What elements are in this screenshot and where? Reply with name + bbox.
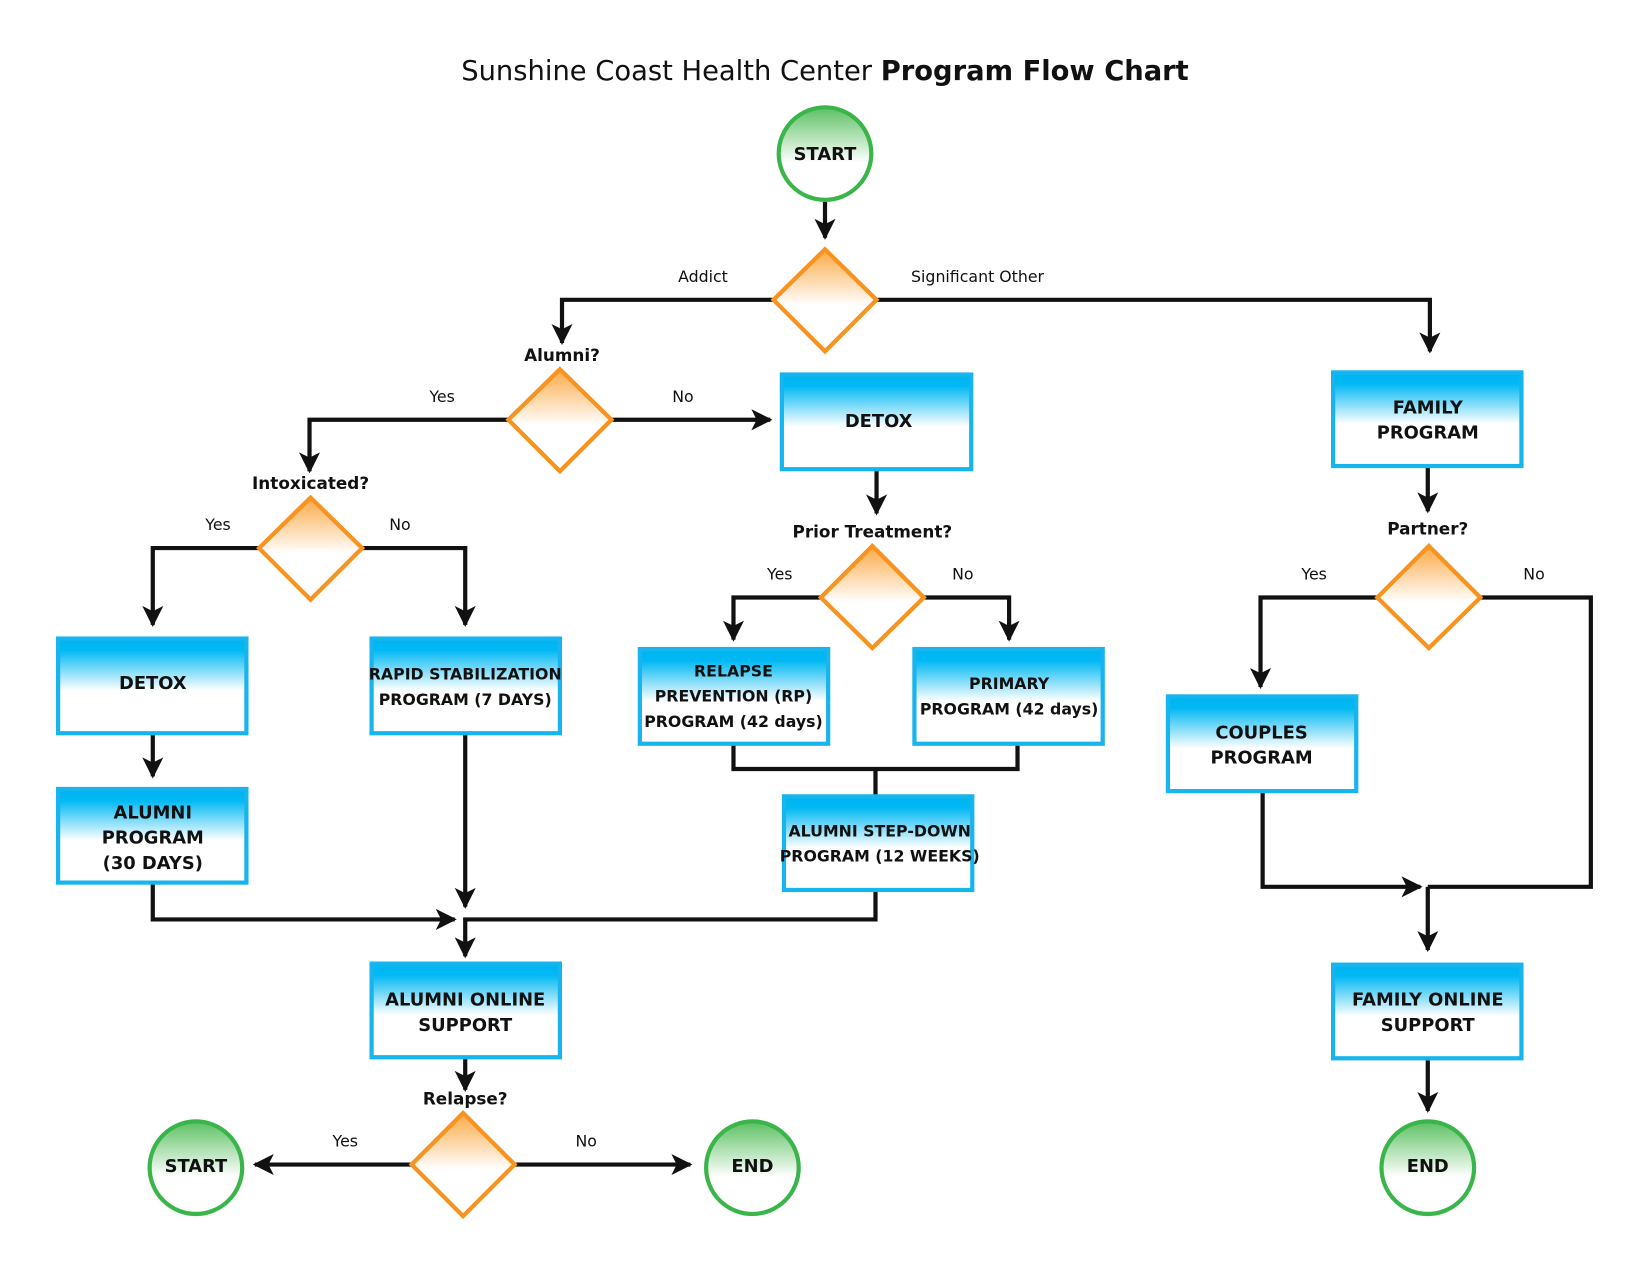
process-label-line: PROGRAM: [102, 828, 204, 849]
process-label-line: PROGRAM (42 days): [920, 699, 1098, 718]
terminal-start-top[interactable]: START: [776, 105, 874, 202]
process-box: [1165, 694, 1359, 794]
decision-question: Intoxicated?: [252, 473, 369, 493]
label-significant-other: Significant Other: [911, 267, 1044, 286]
process-label-line: ALUMNI ONLINE: [385, 990, 545, 1011]
label-prior-yes: Yes: [766, 565, 792, 584]
process-label-line: ALUMNI STEP-DOWN: [788, 821, 971, 840]
process-alumni-step-down[interactable]: ALUMNI STEP-DOWN PROGRAM (12 WEEKS): [780, 794, 980, 893]
process-label-line: SUPPORT: [1381, 1015, 1476, 1036]
label-partner-no: No: [1523, 565, 1544, 584]
process-box: [369, 636, 563, 736]
edge-root-addict: [551, 297, 774, 346]
edge-root-significant-other: [876, 297, 1441, 354]
process-label-line: PROGRAM (7 DAYS): [379, 690, 552, 709]
process-box: [1331, 370, 1524, 469]
process-label-line: PROGRAM (12 WEEKS): [780, 847, 980, 866]
process-rapid-stabilization[interactable]: RAPID STABILIZATION PROGRAM (7 DAYS): [369, 636, 563, 736]
decision-relapse[interactable]: Relapse?: [408, 1089, 518, 1220]
decision-question: Relapse?: [423, 1089, 508, 1109]
process-label-line: RELAPSE: [694, 661, 773, 680]
decision-alumni[interactable]: Alumni?: [505, 345, 615, 475]
label-intoxicated-yes: Yes: [204, 515, 230, 534]
process-label-line: PRIMARY: [969, 674, 1050, 693]
decision-diamond: [256, 494, 366, 603]
process-box: [912, 646, 1105, 746]
process-label-line: PROGRAM: [1211, 748, 1313, 769]
process-label-line: COUPLES: [1215, 722, 1307, 743]
label-alumni-yes: Yes: [428, 387, 454, 406]
title-regular: Sunshine Coast Health Center: [461, 56, 873, 87]
terminal-label: START: [165, 1156, 228, 1177]
edge-alumni-yes: [299, 417, 510, 474]
process-label-line: PREVENTION (RP): [655, 687, 812, 706]
decision-diamond: [770, 246, 880, 355]
process-couples-program[interactable]: COUPLES PROGRAM: [1165, 694, 1359, 794]
edge-alumni-program-to-merge: [150, 883, 457, 930]
decision-question: Prior Treatment?: [793, 522, 953, 542]
decision-intoxicated[interactable]: Intoxicated?: [252, 473, 369, 603]
terminal-label: START: [794, 144, 857, 165]
process-alumni-program[interactable]: ALUMNI PROGRAM (30 DAYS): [56, 786, 249, 885]
terminal-end-right[interactable]: END: [1379, 1119, 1477, 1217]
terminal-label: END: [731, 1156, 773, 1177]
process-label-line: FAMILY: [1393, 397, 1464, 418]
process-label: DETOX: [119, 673, 187, 694]
process-label-line: ALUMNI: [114, 802, 192, 823]
edge-prior-yes: [722, 595, 821, 642]
terminal-end-left[interactable]: END: [704, 1119, 801, 1217]
process-label-line: PROGRAM (42 days): [644, 712, 822, 731]
decision-question: Alumni?: [524, 345, 600, 365]
process-family-online-support[interactable]: FAMILY ONLINE SUPPORT: [1331, 962, 1524, 1061]
process-label-line: (30 DAYS): [103, 853, 203, 874]
process-detox-left[interactable]: DETOX: [56, 636, 249, 736]
process-label-line: FAMILY ONLINE: [1352, 990, 1504, 1011]
edge-partner-yes: [1250, 595, 1378, 690]
title-bold: Program Flow Chart: [881, 56, 1189, 87]
edge-couples-to-merge: [1260, 792, 1423, 898]
terminal-label: END: [1407, 1156, 1449, 1177]
edge-partner-no: [1427, 595, 1593, 889]
process-family-program[interactable]: FAMILY PROGRAM: [1331, 370, 1524, 469]
label-alumni-no: No: [672, 387, 693, 406]
label-relapse-yes: Yes: [332, 1132, 358, 1151]
process-label-line: RAPID STABILIZATION: [369, 665, 562, 684]
terminal-start-bottom[interactable]: START: [147, 1119, 245, 1217]
decision-diamond: [1374, 543, 1484, 651]
edge-prior-no: [923, 595, 1020, 642]
edge-intoxicated-no: [362, 545, 476, 627]
edge-rp-primary-join: [731, 744, 1020, 772]
decision-prior-treatment[interactable]: Prior Treatment?: [793, 522, 953, 651]
decision-diamond: [408, 1110, 518, 1220]
process-label-line: SUPPORT: [418, 1015, 513, 1036]
process-detox-center[interactable]: DETOX: [779, 372, 974, 472]
process-label-line: PROGRAM: [1377, 423, 1479, 444]
flowchart-canvas: Sunshine Coast Health Center Program Flo…: [0, 0, 1650, 1275]
edge-intoxicated-yes: [142, 545, 260, 627]
label-partner-yes: Yes: [1300, 565, 1326, 584]
decision-diamond: [505, 366, 615, 475]
label-prior-no: No: [952, 565, 973, 584]
decision-diamond: [817, 543, 927, 651]
decision-question: Partner?: [1387, 518, 1468, 538]
label-intoxicated-no: No: [389, 515, 410, 534]
process-box: [1331, 962, 1524, 1061]
process-alumni-online-support[interactable]: ALUMNI ONLINE SUPPORT: [369, 961, 563, 1060]
process-primary-program[interactable]: PRIMARY PROGRAM (42 days): [912, 646, 1105, 746]
process-relapse-prevention[interactable]: RELAPSE PREVENTION (RP) PROGRAM (42 days…: [637, 646, 831, 746]
process-label: DETOX: [845, 411, 913, 432]
label-addict: Addict: [678, 267, 728, 286]
label-relapse-no: No: [575, 1132, 596, 1151]
process-box: [781, 794, 975, 893]
page-title: Sunshine Coast Health Center Program Flo…: [461, 56, 1188, 87]
decision-root[interactable]: [770, 246, 880, 355]
flowchart: Sunshine Coast Health Center Program Flo…: [56, 56, 1593, 1220]
decision-partner[interactable]: Partner?: [1374, 518, 1484, 651]
edge-stepdown-to-online: [454, 891, 878, 959]
